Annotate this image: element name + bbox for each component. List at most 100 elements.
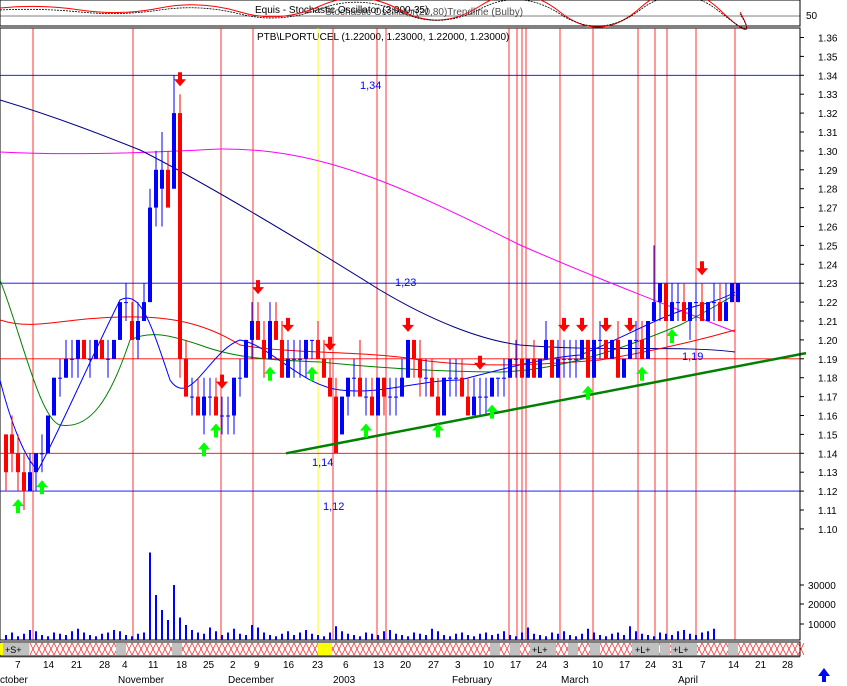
ohlc-bar (328, 358, 332, 397)
volume-bar (185, 625, 187, 640)
ohlc-bar (466, 377, 470, 416)
volume-bar (581, 633, 583, 640)
ohlc-bar (286, 339, 290, 378)
volume-bar (485, 632, 487, 640)
ohlc-bar (436, 377, 440, 416)
sell-signal-icon (576, 317, 588, 332)
moving-averages (0, 99, 736, 471)
volume-bar (197, 632, 199, 640)
volume-bar (431, 628, 433, 640)
x-day-label: 21 (755, 660, 767, 671)
ohlc-bar (46, 415, 50, 454)
x-day-label: 10 (483, 660, 495, 671)
volume-tick-label: 10000 (808, 620, 836, 631)
x-day-label: 18 (176, 660, 188, 671)
volume-bar (95, 636, 97, 640)
x-day-label: 21 (71, 660, 83, 671)
ohlc-bar (700, 283, 704, 321)
x-day-label: 28 (782, 660, 794, 671)
ohlc-bar (418, 339, 422, 397)
volume-bar (455, 633, 457, 640)
signals (12, 72, 708, 514)
y-tick-label: 1.20 (818, 336, 838, 347)
y-tick-label: 1.15 (818, 430, 838, 441)
volume-bar (131, 636, 133, 640)
volume-bar (479, 633, 481, 640)
moving-average-short (0, 291, 736, 471)
volume-bar (143, 632, 145, 640)
volume-bar (521, 632, 523, 640)
x-day-label: 3 (563, 660, 569, 671)
ohlc-bar (112, 339, 116, 359)
ohlc-bar (346, 377, 350, 416)
volume-bar (65, 635, 67, 640)
ohlc-bar (238, 358, 242, 397)
buy-signal-icon (360, 423, 372, 438)
volume-bar (29, 630, 31, 640)
ohlc-bar (382, 377, 386, 416)
volume-bar (119, 631, 121, 640)
y-tick-label: 1.22 (818, 298, 838, 309)
y-tick-label: 1.27 (818, 204, 838, 215)
ohlc-bar (718, 283, 722, 321)
sell-signal-icon (696, 261, 708, 276)
x-month-label: February (452, 675, 492, 686)
ohlc-bar (526, 358, 530, 378)
volume-bar (11, 632, 13, 640)
volume-bar (617, 632, 619, 640)
y-tick-label: 1.31 (818, 128, 838, 139)
x-day-label: 20 (400, 660, 412, 671)
x-day-label: 7 (700, 660, 706, 671)
volume-bar (233, 628, 235, 640)
x-day-label: 16 (283, 660, 295, 671)
level-label: 1,23 (395, 277, 416, 289)
ohlc-bar (580, 339, 584, 359)
volume-bar (179, 617, 181, 640)
sell-signal-icon (624, 317, 636, 332)
ohlc-bar (388, 377, 392, 416)
volume-bar (209, 627, 211, 640)
ohlc-bar (508, 358, 512, 378)
x-month-label: ctober (0, 675, 28, 686)
volume-bar (713, 628, 715, 640)
ohlc-bar (568, 339, 572, 378)
y-tick-label: 1.33 (818, 90, 838, 101)
volume-bar (281, 633, 283, 640)
x-day-label: 9 (254, 660, 260, 671)
ohlc-bar (214, 377, 218, 416)
x-day-label: 25 (203, 660, 215, 671)
volume-bar (311, 633, 313, 640)
y-tick-label: 1.14 (818, 449, 838, 460)
x-day-label: 27 (428, 660, 440, 671)
volume-bars (5, 552, 715, 640)
ohlc-bar (118, 302, 122, 340)
ohlc-bar (664, 283, 668, 321)
volume-bar (257, 627, 259, 640)
volume-bar (509, 635, 511, 640)
ohlc-bar (694, 283, 698, 321)
x-day-label: 14 (43, 660, 55, 671)
volume-bar (41, 635, 43, 640)
volume-bar (533, 633, 535, 640)
ohlc-bar (226, 396, 230, 435)
sell-signal-icon (174, 72, 186, 87)
volume-bar (275, 636, 277, 640)
volume-bar (341, 631, 343, 640)
ohlc-bar (592, 339, 596, 378)
volume-bar (497, 633, 499, 640)
x-month-label: 2003 (333, 675, 356, 686)
ohlc-bar (148, 188, 152, 303)
volume-tick-label: 30000 (808, 581, 836, 592)
scroll-up-icon[interactable] (818, 668, 830, 682)
volume-bar (401, 635, 403, 640)
buy-signal-icon (666, 329, 678, 343)
ohlc-bar (106, 339, 110, 378)
volume-bar (239, 633, 241, 640)
ohlc-bar (682, 283, 686, 321)
ohlc-bar (40, 434, 44, 473)
x-day-label: 28 (99, 660, 111, 671)
volume-bar (461, 632, 463, 640)
volume-bar (173, 585, 175, 640)
volume-bar (587, 628, 589, 640)
volume-bar (671, 635, 673, 640)
